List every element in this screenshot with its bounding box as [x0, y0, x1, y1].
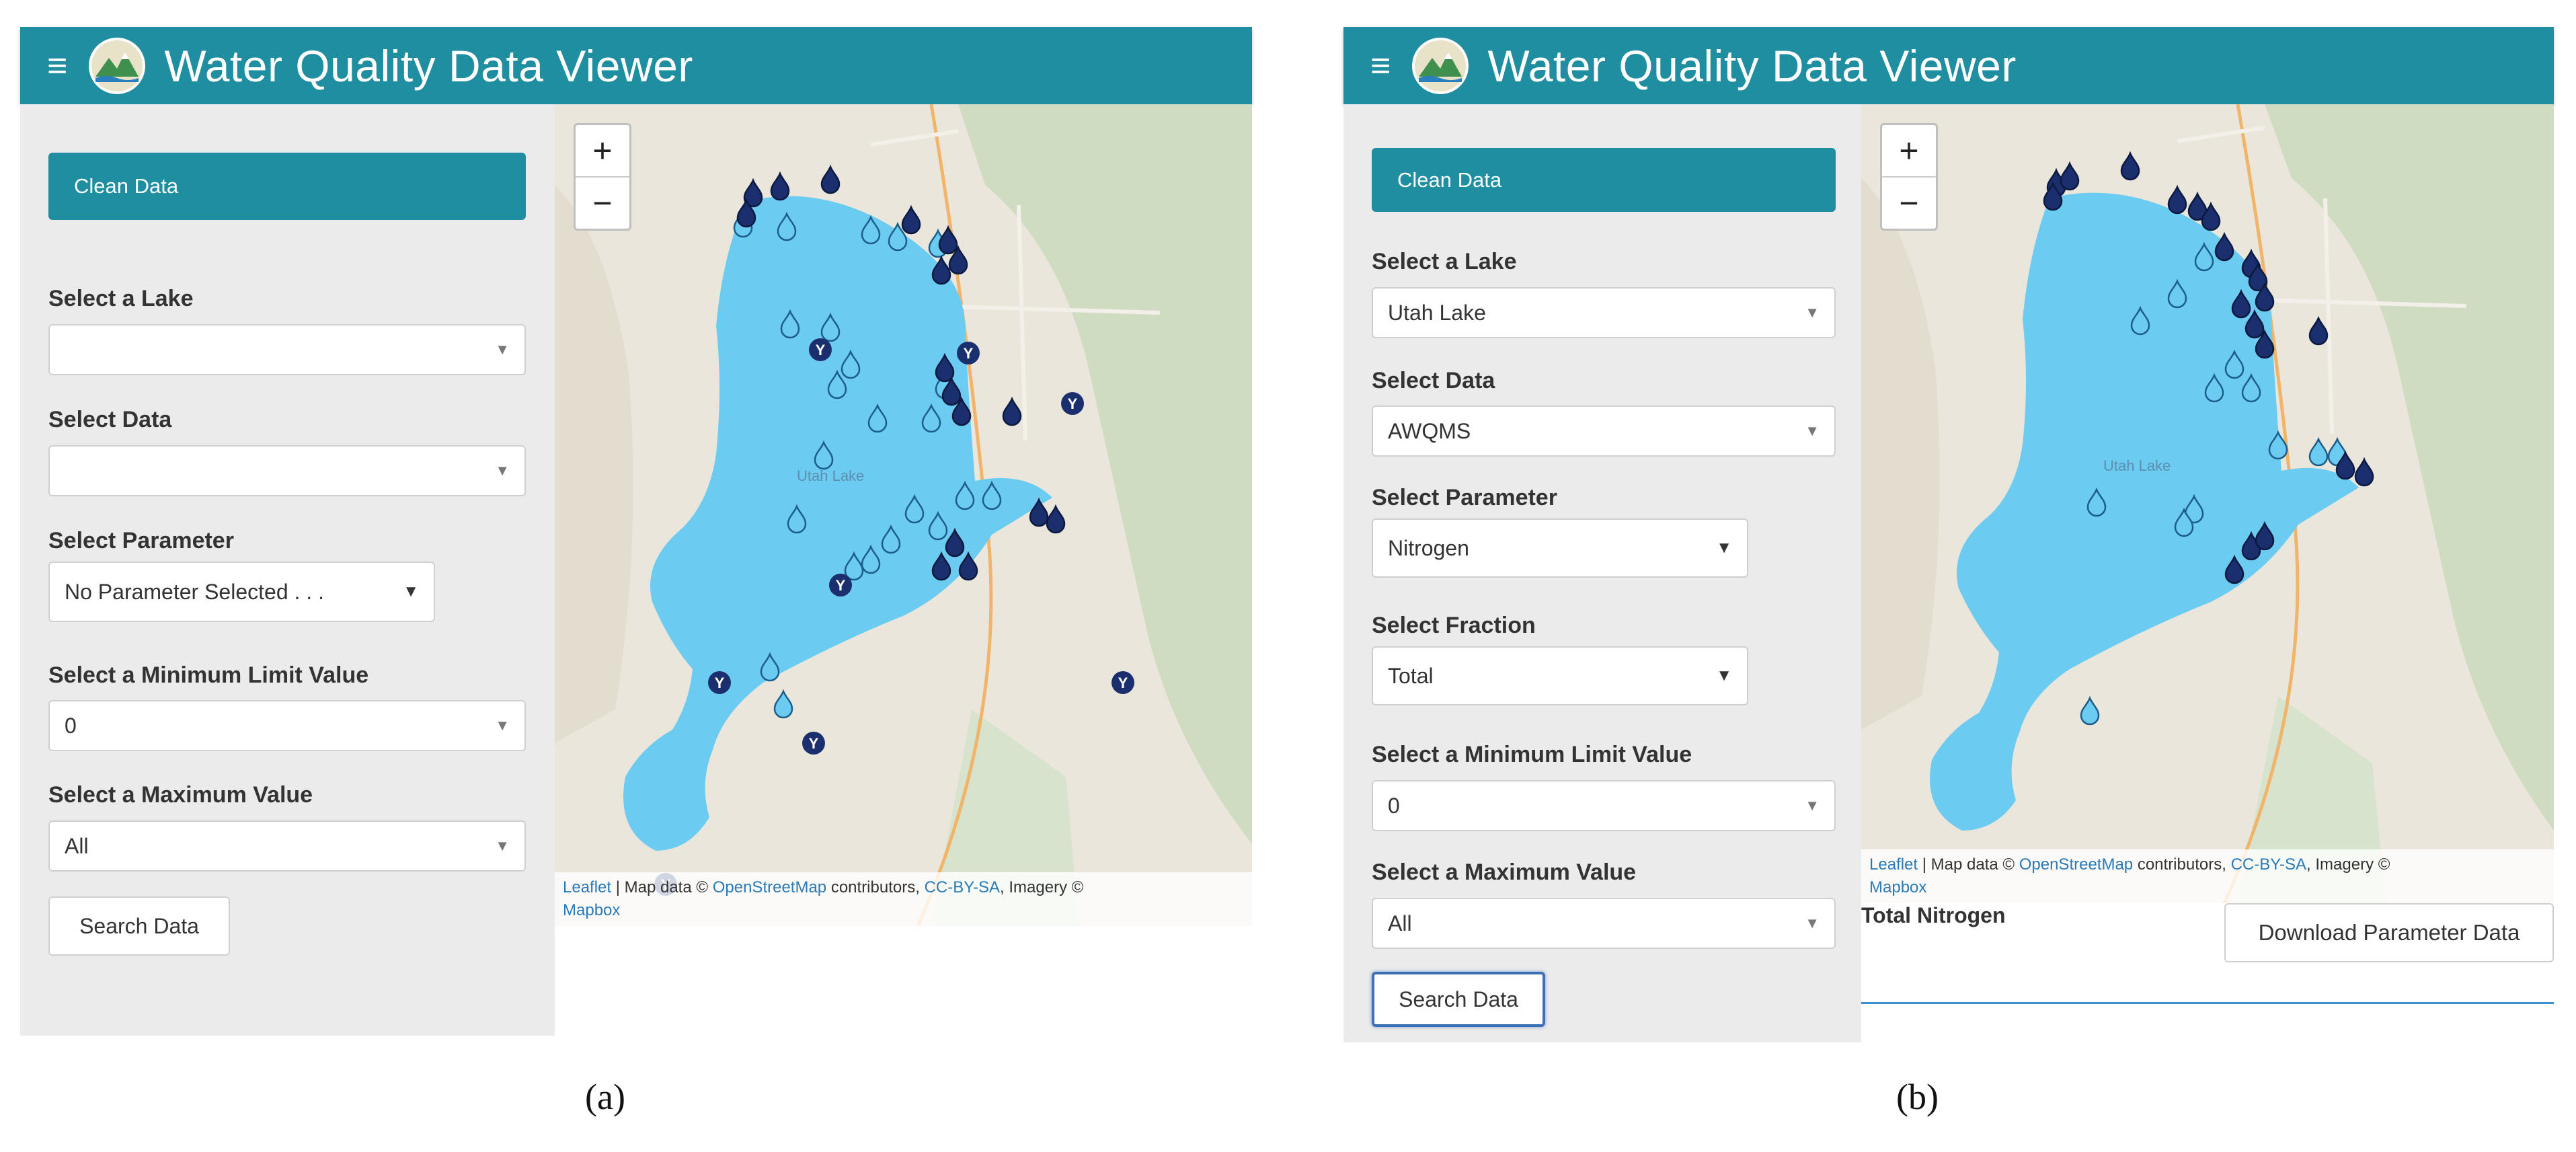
max-value-label: Select a Maximum Value [1372, 859, 1637, 885]
chevron-down-icon: ▼ [403, 582, 419, 601]
map[interactable]: Utah Lake YYYYYYYY + − Leaflet | Map dat… [555, 104, 1252, 926]
parameter-dropdown-value: No Parameter Selected . . . [65, 579, 324, 604]
attribution-text: , Imagery © [2306, 855, 2390, 874]
byu-y-icon-glyph: Y [809, 735, 819, 752]
zoom-control: + − [1880, 123, 1938, 231]
parameter-label: Select Parameter [48, 528, 234, 553]
min-limit-select[interactable]: 0 ▼ [1372, 780, 1836, 831]
search-data-button[interactable]: Search Data [1372, 972, 1545, 1027]
osm-link[interactable]: OpenStreetMap [2019, 855, 2133, 874]
clean-data-button[interactable]: Clean Data [48, 153, 526, 220]
max-value-select-value: All [65, 833, 89, 858]
min-limit-select-value: 0 [1388, 793, 1400, 818]
min-limit-label: Select a Minimum Limit Value [48, 662, 369, 688]
chevron-down-icon: ▼ [1716, 666, 1732, 685]
caption-b: (b) [1896, 1077, 1939, 1117]
parameter-dropdown[interactable]: No Parameter Selected . . . ▼ [48, 562, 435, 622]
lake-label: Utah Lake [2103, 457, 2171, 474]
data-select[interactable]: ▼ [48, 445, 526, 496]
data-label: Select Data [1372, 368, 1495, 393]
chevron-down-icon: ▼ [1805, 304, 1820, 321]
divider [1861, 1002, 2554, 1004]
lake-select[interactable]: Utah Lake ▼ [1372, 287, 1836, 338]
zoom-out-button[interactable]: − [1882, 176, 1936, 229]
app-header: ≡ Water Quality Data Viewer [1343, 27, 2554, 104]
sidebar: Clean Data Select a Lake ▼ Select Data ▼… [20, 104, 555, 1036]
map-tiles: Utah Lake YYYYYYYY [555, 104, 1252, 926]
lake-select-value: Utah Lake [1388, 300, 1486, 325]
mapbox-link[interactable]: Mapbox [563, 901, 620, 919]
byu-y-icon-glyph: Y [816, 342, 826, 358]
max-value-select[interactable]: All ▼ [1372, 898, 1836, 949]
max-value-select-value: All [1388, 911, 1412, 935]
chevron-down-icon: ▼ [1716, 539, 1732, 557]
caption-a: (a) [585, 1077, 625, 1117]
map-attribution: Leaflet | Map data © OpenStreetMap contr… [1861, 849, 2554, 903]
chevron-down-icon: ▼ [495, 462, 510, 479]
lake-label: Select a Lake [48, 286, 194, 311]
chevron-down-icon: ▼ [1805, 797, 1820, 814]
zoom-control: + − [574, 123, 631, 231]
max-value-label: Select a Maximum Value [48, 782, 313, 808]
min-limit-select-value: 0 [65, 713, 77, 738]
attribution-text: contributors, [2133, 855, 2231, 874]
leaflet-link[interactable]: Leaflet [1869, 855, 1918, 874]
min-limit-select[interactable]: 0 ▼ [48, 700, 526, 751]
app-title: Water Quality Data Viewer [1487, 40, 2017, 91]
chevron-down-icon: ▼ [495, 837, 510, 854]
byu-y-icon-glyph: Y [836, 577, 846, 594]
license-link[interactable]: CC-BY-SA [925, 878, 1000, 896]
parameter-title: Total Nitrogen [1861, 903, 2006, 927]
app-header: ≡ Water Quality Data Viewer [20, 27, 1252, 104]
byu-y-icon-glyph: Y [1068, 395, 1078, 412]
zoom-in-button[interactable]: + [576, 125, 629, 176]
chevron-down-icon: ▼ [1805, 422, 1820, 439]
map-tiles: Utah Lake [1861, 104, 2554, 903]
app-title: Water Quality Data Viewer [164, 40, 693, 91]
license-link[interactable]: CC-BY-SA [2231, 855, 2306, 874]
chevron-down-icon: ▼ [1805, 915, 1820, 931]
zoom-in-button[interactable]: + [1882, 125, 1936, 176]
parameter-dropdown-value: Nitrogen [1388, 535, 1469, 560]
search-data-button[interactable]: Search Data [48, 896, 230, 956]
hamburger-menu-icon[interactable]: ≡ [47, 48, 67, 83]
lake-label: Utah Lake [797, 467, 864, 484]
map[interactable]: Utah Lake + − Leaflet | Map data © OpenS… [1861, 104, 2554, 903]
clean-data-button[interactable]: Clean Data [1372, 148, 1836, 212]
max-value-select[interactable]: All ▼ [48, 820, 526, 872]
panel-b: ≡ Water Quality Data Viewer Clean Data S… [1343, 27, 2554, 1042]
byu-y-icon-glyph: Y [964, 345, 974, 362]
download-parameter-data-button[interactable]: Download Parameter Data [2224, 903, 2554, 962]
attribution-text: , Imagery © [1000, 878, 1084, 896]
parameter-label: Select Parameter [1372, 485, 1557, 510]
hamburger-menu-icon[interactable]: ≡ [1370, 48, 1391, 83]
data-label: Select Data [48, 407, 172, 432]
chevron-down-icon: ▼ [495, 717, 510, 734]
map-attribution: Leaflet | Map data © OpenStreetMap contr… [555, 872, 1252, 926]
osm-link[interactable]: OpenStreetMap [713, 878, 826, 896]
leaflet-link[interactable]: Leaflet [563, 878, 611, 896]
data-select[interactable]: AWQMS ▼ [1372, 406, 1836, 457]
attribution-text: | Map data © [1918, 855, 2019, 874]
mountain-water-logo-icon [1412, 37, 1469, 94]
fraction-label: Select Fraction [1372, 613, 1536, 638]
sidebar: Clean Data Select a Lake Utah Lake ▼ Sel… [1343, 104, 1861, 1042]
mapbox-link[interactable]: Mapbox [1869, 878, 1926, 896]
fraction-dropdown-value: Total [1388, 663, 1434, 688]
byu-y-icon-glyph: Y [715, 675, 725, 691]
zoom-out-button[interactable]: − [576, 176, 629, 229]
attribution-text: | Map data © [611, 878, 713, 896]
panel-a: ≡ Water Quality Data Viewer Clean Data S… [20, 27, 1252, 1036]
data-select-value: AWQMS [1388, 418, 1471, 443]
attribution-text: contributors, [826, 878, 925, 896]
mountain-water-logo-icon [89, 37, 146, 94]
lake-select[interactable]: ▼ [48, 324, 526, 375]
parameter-results: Total Nitrogen Download Parameter Data [1861, 903, 2554, 1004]
chevron-down-icon: ▼ [495, 341, 510, 358]
fraction-dropdown[interactable]: Total ▼ [1372, 646, 1748, 705]
lake-label: Select a Lake [1372, 249, 1517, 274]
parameter-dropdown[interactable]: Nitrogen ▼ [1372, 519, 1748, 578]
min-limit-label: Select a Minimum Limit Value [1372, 742, 1692, 767]
byu-y-icon-glyph: Y [1118, 675, 1128, 691]
